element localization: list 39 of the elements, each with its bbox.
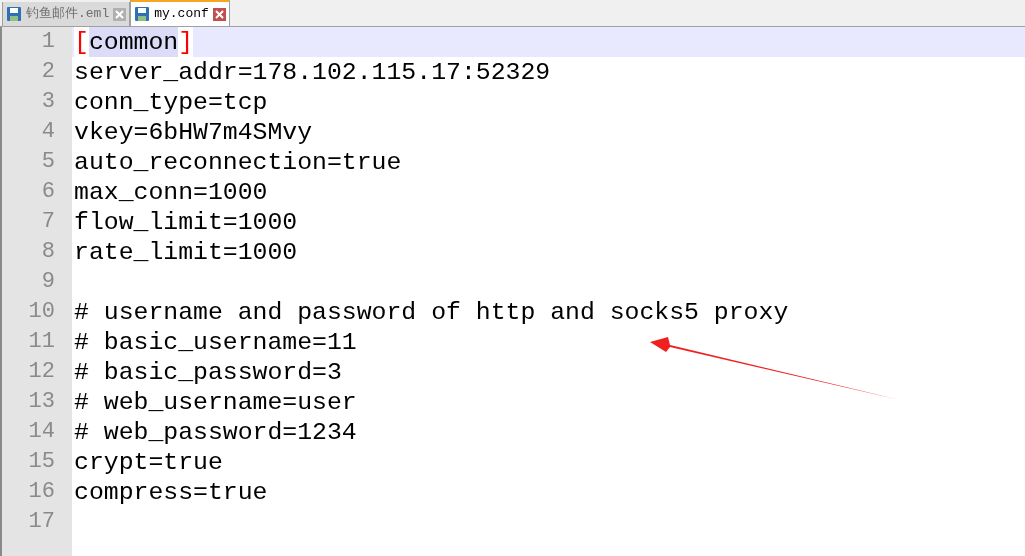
- save-icon: [6, 6, 22, 22]
- line-number: 9: [41, 268, 55, 296]
- line-number: 17: [28, 508, 55, 536]
- bracket: ]: [178, 27, 194, 57]
- code-line: # web_password=1234: [74, 417, 357, 447]
- line-number: 3: [41, 88, 55, 116]
- code-text: common: [88, 27, 179, 57]
- bracket: [: [74, 27, 89, 57]
- code-line: # basic_username=11: [74, 327, 357, 357]
- code-line: compress=true: [74, 477, 268, 507]
- code-line: crypt=true: [74, 447, 223, 477]
- line-number: 13: [28, 388, 55, 416]
- line-number: 12: [28, 358, 55, 386]
- line-number: 14: [28, 418, 55, 446]
- code-line: auto_reconnection=true: [74, 147, 402, 177]
- file-tab[interactable]: my.conf: [130, 0, 230, 26]
- code-line: flow_limit=1000: [74, 207, 298, 237]
- line-number: 7: [41, 208, 55, 236]
- line-number: 11: [28, 328, 55, 356]
- line-number: 15: [28, 448, 55, 476]
- code-line: max_conn=1000: [74, 177, 268, 207]
- line-number: 6: [41, 178, 55, 206]
- line-number: 1: [41, 28, 55, 56]
- code-line: rate_limit=1000: [74, 237, 298, 267]
- line-number: 10: [28, 298, 55, 326]
- line-number: 16: [28, 478, 55, 506]
- close-icon[interactable]: [212, 7, 226, 21]
- code-line: conn_type=tcp: [74, 87, 268, 117]
- line-number: 5: [41, 148, 55, 176]
- save-icon: [134, 6, 151, 22]
- code-line: # basic_password=3: [74, 357, 342, 387]
- line-number: 4: [41, 118, 55, 146]
- code-line: server_addr=178.102.115.17:52329: [74, 57, 551, 87]
- code-line: # web_username=user: [74, 387, 357, 417]
- line-number: 2: [41, 58, 55, 86]
- line-number: 8: [41, 238, 55, 266]
- code-line: vkey=6bHW7m4SMvy: [74, 117, 313, 147]
- code-line: # username and password of http and socks5 proxy: [74, 297, 789, 327]
- file-tab[interactable]: 钓鱼邮件.eml: [2, 2, 131, 26]
